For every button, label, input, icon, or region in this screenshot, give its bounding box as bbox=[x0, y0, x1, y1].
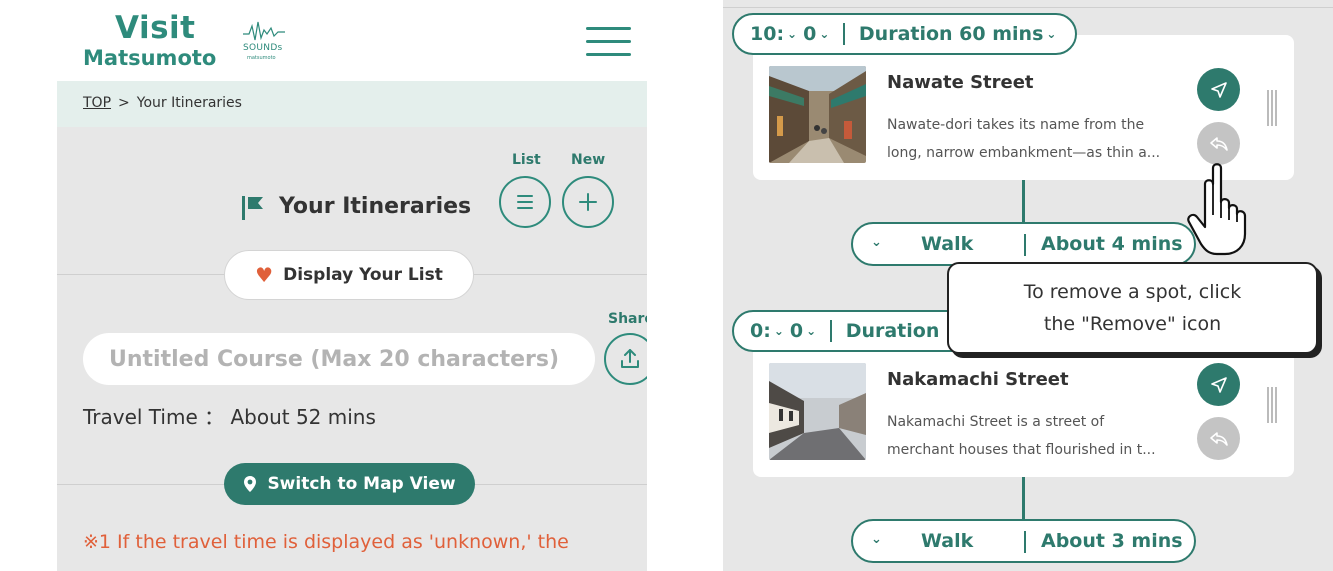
course-name-input[interactable] bbox=[83, 333, 595, 385]
display-list-label: Display Your List bbox=[283, 265, 443, 285]
switch-map-view-button[interactable]: Switch to Map View bbox=[224, 463, 475, 505]
site-header: Visit Matsumoto SOUNDs matsumoto bbox=[57, 0, 647, 81]
divider bbox=[1024, 234, 1026, 256]
chevron-down-icon: ⌄ bbox=[806, 324, 817, 338]
chevron-down-icon: ⌄ bbox=[819, 27, 830, 41]
tooltip-line: To remove a spot, click bbox=[1023, 281, 1242, 303]
new-label: New bbox=[571, 152, 606, 168]
list-label: List bbox=[512, 152, 541, 168]
spot-description-line: merchant houses that flourished in t... bbox=[887, 442, 1156, 458]
undo-arrow-icon bbox=[1209, 136, 1228, 151]
chevron-down-icon[interactable]: ⌄ bbox=[871, 532, 882, 547]
navigation-arrow-icon bbox=[1210, 81, 1227, 98]
chevron-down-icon: ⌄ bbox=[1046, 27, 1057, 41]
move-segment: ⌄ Walk About 4 mins bbox=[851, 222, 1196, 266]
breadcrumb-top-link[interactable]: TOP bbox=[83, 95, 111, 111]
divider bbox=[843, 23, 845, 45]
undo-arrow-icon bbox=[1209, 431, 1228, 446]
transport-mode[interactable]: Walk bbox=[921, 233, 973, 255]
spot-photo-nakamachi bbox=[769, 363, 866, 460]
list-button[interactable] bbox=[499, 176, 551, 228]
map-pin-icon bbox=[244, 476, 257, 492]
remove-spot-button[interactable] bbox=[1197, 122, 1240, 165]
heart-icon: ♥ bbox=[255, 263, 274, 287]
spot-description-line: Nawate-dori takes its name from the bbox=[887, 117, 1145, 133]
hamburger-menu-icon[interactable] bbox=[586, 25, 631, 58]
breadcrumb-current: Your Itineraries bbox=[136, 95, 242, 111]
spot-title[interactable]: Nawate Street bbox=[887, 72, 1034, 93]
flag-icon bbox=[242, 196, 263, 220]
duration-dropdown[interactable]: Duration 60 mins ⌄ bbox=[859, 23, 1057, 45]
time-selector: 10: ⌄ 0 ⌄ Duration 60 mins ⌄ bbox=[732, 13, 1077, 55]
list-icon bbox=[517, 195, 533, 209]
divider bbox=[830, 320, 832, 342]
itineraries-screen: Visit Matsumoto SOUNDs matsumoto TOP > You… bbox=[57, 0, 647, 571]
duration-dropdown[interactable]: Duration bbox=[846, 320, 940, 342]
minute-dropdown[interactable]: 0 ⌄ bbox=[803, 23, 829, 45]
logo-visit-text[interactable]: Visit bbox=[115, 10, 195, 46]
tooltip-line: the "Remove" icon bbox=[1043, 313, 1222, 335]
move-duration: About 4 mins bbox=[1041, 233, 1183, 255]
remove-spot-button[interactable] bbox=[1197, 417, 1240, 460]
spot-description: Nakamachi Street is a street of merchant… bbox=[887, 408, 1156, 464]
divider bbox=[723, 7, 1333, 8]
page-title: Your Itineraries bbox=[279, 194, 472, 219]
minute-dropdown[interactable]: 0 ⌄ bbox=[790, 320, 816, 342]
travel-time: Travel Time ： About 52 mins bbox=[83, 405, 376, 429]
timeline-connector bbox=[1022, 476, 1025, 520]
timeline-connector bbox=[1022, 180, 1025, 224]
spot-description-line: long, narrow embankment—as thin a... bbox=[887, 145, 1161, 161]
spot-card[interactable]: Nawate Street Nawate-dori takes its name… bbox=[753, 35, 1294, 180]
hour-dropdown[interactable]: 0: ⌄ bbox=[750, 320, 784, 342]
plus-icon bbox=[579, 193, 597, 211]
timeline-panel: Nawate Street Nawate-dori takes its name… bbox=[723, 0, 1333, 571]
logo-sounds-subtext: matsumoto bbox=[247, 55, 276, 61]
hour-value: 0: bbox=[750, 320, 771, 342]
navigation-arrow-icon bbox=[1210, 376, 1227, 393]
share-label: Share bbox=[608, 311, 647, 327]
move-segment: ⌄ Walk About 3 mins bbox=[851, 519, 1196, 563]
remove-hint-tooltip: To remove a spot, click the "Remove" ico… bbox=[947, 262, 1318, 354]
divider bbox=[1024, 531, 1026, 553]
spot-description-line: Nakamachi Street is a street of bbox=[887, 414, 1105, 430]
chevron-down-icon: ⌄ bbox=[787, 27, 798, 41]
spot-description: Nawate-dori takes its name from the long… bbox=[887, 111, 1160, 167]
breadcrumb: TOP > Your Itineraries bbox=[57, 81, 647, 127]
transport-mode[interactable]: Walk bbox=[921, 530, 973, 552]
switch-map-view-label: Switch to Map View bbox=[267, 474, 456, 494]
duration-value: Duration 60 mins bbox=[858, 23, 1044, 45]
travel-time-note: ※1 If the travel time is displayed as 'u… bbox=[83, 531, 569, 553]
display-list-button[interactable]: ♥ Display Your List bbox=[224, 250, 474, 300]
navigate-button[interactable] bbox=[1197, 363, 1240, 406]
hour-value: 10: bbox=[750, 23, 785, 45]
chevron-down-icon: ⌄ bbox=[773, 324, 784, 338]
logo-sounds-text: SOUNDs bbox=[243, 43, 283, 53]
minute-value: 0 bbox=[789, 320, 804, 342]
breadcrumb-separator: > bbox=[118, 95, 130, 111]
logo-matsumoto-text[interactable]: Matsumoto bbox=[83, 46, 216, 70]
itinerary-editor: List New Your Itineraries ♥ Display Your… bbox=[57, 127, 647, 571]
share-upload-icon bbox=[621, 349, 639, 368]
spot-photo-nawate bbox=[769, 66, 866, 163]
minute-value: 0 bbox=[803, 23, 817, 45]
spot-title[interactable]: Nakamachi Street bbox=[887, 369, 1069, 390]
new-itinerary-button[interactable] bbox=[562, 176, 614, 228]
share-button[interactable] bbox=[604, 333, 647, 385]
move-duration: About 3 mins bbox=[1041, 530, 1183, 552]
drag-handle[interactable] bbox=[1265, 387, 1277, 423]
chevron-down-icon[interactable]: ⌄ bbox=[871, 235, 882, 250]
navigate-button[interactable] bbox=[1197, 68, 1240, 111]
drag-handle[interactable] bbox=[1265, 90, 1277, 126]
hour-dropdown[interactable]: 10: ⌄ bbox=[750, 23, 797, 45]
duration-value: Duration bbox=[845, 320, 940, 342]
